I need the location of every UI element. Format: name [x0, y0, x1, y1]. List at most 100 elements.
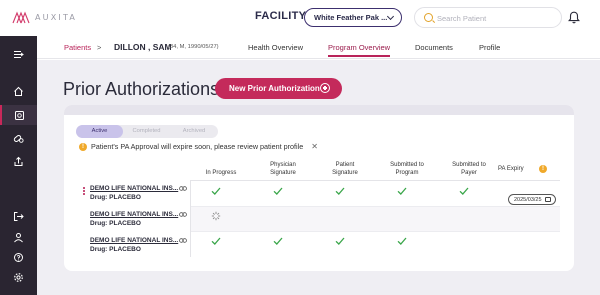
col-in-progress-label: In Progress	[205, 170, 237, 176]
search-box[interactable]	[414, 7, 562, 28]
link-icon[interactable]	[179, 212, 187, 217]
col-submitted-payer-line2: Payer	[461, 170, 477, 176]
row-1-bg	[190, 181, 560, 207]
pills-icon	[13, 134, 24, 143]
col-in-progress: In Progress	[195, 169, 247, 177]
program-link[interactable]: DEMO LIFE NATIONAL INS...	[90, 211, 178, 218]
drug-name: Drug: PLACEBO	[90, 220, 141, 227]
pa-expiry-date: 2025/03/25	[514, 197, 542, 203]
top-bar: AUXITA FACILITY White Feather Pak ...	[0, 0, 600, 36]
patient-header: Patients > DILLON , SAM (34, M, 1990/05/…	[37, 36, 600, 59]
spinner-icon	[211, 211, 221, 221]
prior-auth-icon	[15, 110, 24, 120]
col-submitted-program-line1: Submitted to	[390, 162, 424, 168]
sidebar	[0, 36, 37, 295]
tab-health-overview[interactable]: Health Overview	[248, 43, 303, 52]
help-icon	[14, 252, 23, 262]
col-submitted-program-line2: Program	[395, 170, 419, 176]
breadcrumb-separator: >	[97, 43, 102, 52]
program-link[interactable]: DEMO LIFE NATIONAL INS...	[90, 237, 178, 244]
sidebar-item-help[interactable]	[0, 247, 37, 267]
facility-select-value: White Feather Pak ...	[314, 13, 388, 22]
col-patient-signature-line1: Patient	[335, 162, 355, 168]
link-icon[interactable]	[179, 238, 187, 243]
sidebar-item-prior-auth[interactable]	[0, 105, 37, 125]
expiry-warning: ! Patient's PA Approval will expire soon…	[79, 142, 318, 151]
col-physician-signature: Physician Signature	[257, 161, 309, 177]
tab-documents[interactable]: Documents	[415, 43, 453, 52]
sidebar-item-pills[interactable]	[0, 128, 37, 148]
col-physician-signature-line1: Physician	[270, 162, 296, 168]
menu-toggle-icon	[14, 50, 24, 58]
col-physician-signature-line2: Signature	[270, 170, 296, 176]
breadcrumb-patients-link[interactable]: Patients	[64, 43, 91, 52]
logo[interactable]: AUXITA	[12, 11, 77, 24]
chevron-down-icon	[386, 12, 395, 21]
check-icon	[273, 187, 283, 195]
col-submitted-payer-line1: Submitted to	[452, 162, 486, 168]
row-divider	[190, 206, 560, 207]
row-3-bg	[190, 231, 560, 257]
sidebar-item-logout[interactable]	[0, 206, 37, 226]
col-submitted-program: Submitted to Program	[381, 161, 433, 177]
close-icon[interactable]: ✕	[311, 142, 318, 151]
sidebar-item-settings[interactable]	[0, 267, 37, 287]
col-patient-signature: Patient Signature	[319, 161, 371, 177]
sidebar-item-menu[interactable]	[0, 44, 37, 64]
col-patient-signature-line2: Signature	[332, 170, 358, 176]
main-content: Prior Authorizations New Prior Authoriza…	[37, 60, 600, 295]
row-2-bg	[190, 206, 560, 232]
col-pa-expiry-label: PA Expiry	[498, 166, 524, 172]
tab-profile[interactable]: Profile	[479, 43, 500, 52]
tab-archived[interactable]: Archived	[170, 125, 218, 138]
settings-icon	[14, 272, 23, 282]
column-divider	[190, 180, 191, 257]
tab-completed[interactable]: Completed	[123, 125, 170, 138]
plus-circle-icon	[320, 83, 330, 93]
col-submitted-payer: Submitted to Payer	[443, 161, 495, 177]
sidebar-item-user[interactable]	[0, 227, 37, 247]
facility-label: FACILITY	[255, 10, 307, 22]
new-prior-authorization-label: New Prior Authorization	[229, 84, 320, 93]
tab-active[interactable]: Active	[76, 125, 123, 138]
patient-name: DILLON , SAM	[114, 42, 172, 52]
user-icon	[14, 232, 23, 242]
tab-program-overview[interactable]: Program Overview	[328, 43, 391, 57]
bell-icon[interactable]	[568, 11, 580, 24]
home-icon	[14, 86, 23, 96]
logo-mark-icon	[12, 11, 30, 24]
prior-auth-card: Active Completed Archived ! Patient's PA…	[64, 105, 574, 271]
logout-icon	[14, 211, 24, 221]
upload-icon	[14, 156, 23, 166]
row-divider	[190, 231, 560, 232]
program-link[interactable]: DEMO LIFE NATIONAL INS...	[90, 185, 178, 192]
check-icon	[211, 237, 221, 245]
facility-select[interactable]: White Feather Pak ...	[304, 8, 402, 27]
check-icon	[335, 187, 345, 195]
col-pa-expiry: PA Expiry	[498, 165, 538, 173]
warning-text: Patient's PA Approval will expire soon, …	[91, 142, 304, 151]
check-icon	[459, 187, 469, 195]
search-input[interactable]	[437, 12, 555, 24]
pa-expiry-info-icon[interactable]: !	[539, 165, 547, 173]
patient-meta: (34, M, 1990/05/27)	[168, 44, 219, 50]
check-icon	[397, 237, 407, 245]
card-header-band	[64, 105, 574, 115]
status-filter-tabs: Active Completed Archived	[76, 125, 218, 138]
new-prior-authorization-button[interactable]: New Prior Authorization	[215, 78, 342, 99]
brand-name: AUXITA	[35, 13, 78, 22]
pa-expiry-date-field[interactable]: 2025/03/25	[508, 194, 556, 205]
warning-icon: !	[79, 142, 87, 151]
check-icon	[397, 187, 407, 195]
check-icon	[335, 237, 345, 245]
page-title: Prior Authorizations	[63, 79, 220, 99]
sidebar-item-upload[interactable]	[0, 151, 37, 171]
drug-name: Drug: PLACEBO	[90, 194, 141, 201]
sidebar-item-home[interactable]	[0, 81, 37, 101]
link-icon[interactable]	[179, 186, 187, 191]
kebab-menu-icon[interactable]	[83, 187, 85, 197]
check-icon	[273, 237, 283, 245]
check-icon	[211, 187, 221, 195]
calendar-icon	[545, 197, 551, 202]
search-icon	[424, 13, 433, 22]
